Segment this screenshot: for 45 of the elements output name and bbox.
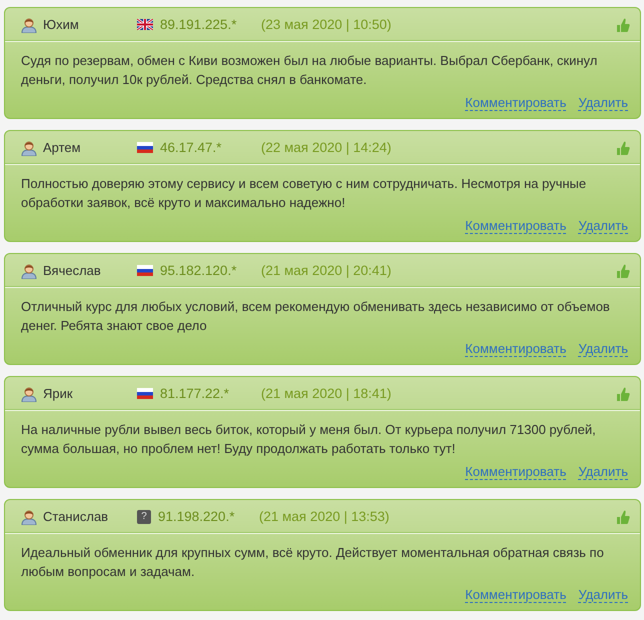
- thumbs-up-icon[interactable]: [616, 386, 630, 402]
- author-name: Станислав: [43, 509, 110, 524]
- ip-address: 91.198.220.*: [158, 509, 236, 524]
- review-date: (23 мая 2020 | 10:50): [261, 17, 392, 32]
- user-icon: [21, 262, 37, 278]
- review-date: (21 мая 2020 | 18:41): [261, 386, 392, 401]
- review-text: На наличные рубли вывел весь биток, который у меня был. От курьера получил 71300 рублей, сумма большая, но проблем нет! Буду продолжать работать только тут!: [20, 421, 597, 458]
- author-name: Ярик: [43, 386, 74, 401]
- ip-address: 95.182.120.*: [160, 263, 238, 278]
- review-date: (21 мая 2020 | 13:53): [259, 509, 390, 524]
- delete-link[interactable]: Удалить: [578, 96, 628, 111]
- review-text: Отличный курс для любых условий, всем рекомендую обменивать здесь независимо от объемов денег. Ребята знают свое дело: [20, 298, 611, 335]
- thumbs-up-icon[interactable]: [616, 262, 630, 278]
- user-icon: [21, 386, 37, 402]
- thumbs-up-icon[interactable]: [616, 508, 630, 524]
- user-icon: [21, 16, 37, 32]
- review-date: (22 мая 2020 | 14:24): [261, 140, 392, 155]
- delete-link[interactable]: Удалить: [578, 342, 628, 357]
- flag-icon: [137, 388, 153, 399]
- delete-link[interactable]: Удалить: [578, 588, 628, 603]
- user-icon: [21, 508, 37, 524]
- user-icon: [21, 140, 37, 156]
- thumbs-up-icon[interactable]: [616, 140, 630, 156]
- flag-icon: [137, 19, 153, 30]
- ip-address: 89.191.225.*: [160, 17, 238, 32]
- comment-link[interactable]: Комментировать: [465, 588, 566, 603]
- thumbs-up-icon[interactable]: [616, 16, 630, 32]
- ip-address: 81.177.22.*: [160, 386, 230, 401]
- author-name: Вячеслав: [43, 263, 102, 278]
- flag-icon: [137, 265, 153, 276]
- review-text: Судя по резервам, обмен с Киви возможен был на любые варианты. Выбрал Сбербанк, скинул деньги, получил 10к рублей. Средства снял в банкомате.: [20, 52, 598, 89]
- flag-icon: [137, 142, 153, 153]
- comment-link[interactable]: Комментировать: [465, 219, 566, 234]
- author-name: Артем: [43, 140, 82, 155]
- review-text: Полностью доверяю этому сервису и всем советую с ним сотрудничать. Несмотря на ручные обработки заявок, всё круто и максимально надежно!: [20, 175, 588, 212]
- comment-link[interactable]: Комментировать: [465, 96, 566, 111]
- unknown-flag-icon: ?: [137, 510, 151, 524]
- delete-link[interactable]: Удалить: [578, 465, 628, 480]
- comment-link[interactable]: Комментировать: [465, 465, 566, 480]
- delete-link[interactable]: Удалить: [578, 219, 628, 234]
- comment-link[interactable]: Комментировать: [465, 342, 566, 357]
- review-text: Идеальный обменник для крупных сумм, всё круто. Действует моментальная обратная связь по любым вопросам и задачам.: [20, 544, 605, 581]
- review-date: (21 мая 2020 | 20:41): [261, 263, 392, 278]
- ip-address: 46.17.47.*: [160, 140, 223, 155]
- author-name: Юхим: [43, 17, 80, 32]
